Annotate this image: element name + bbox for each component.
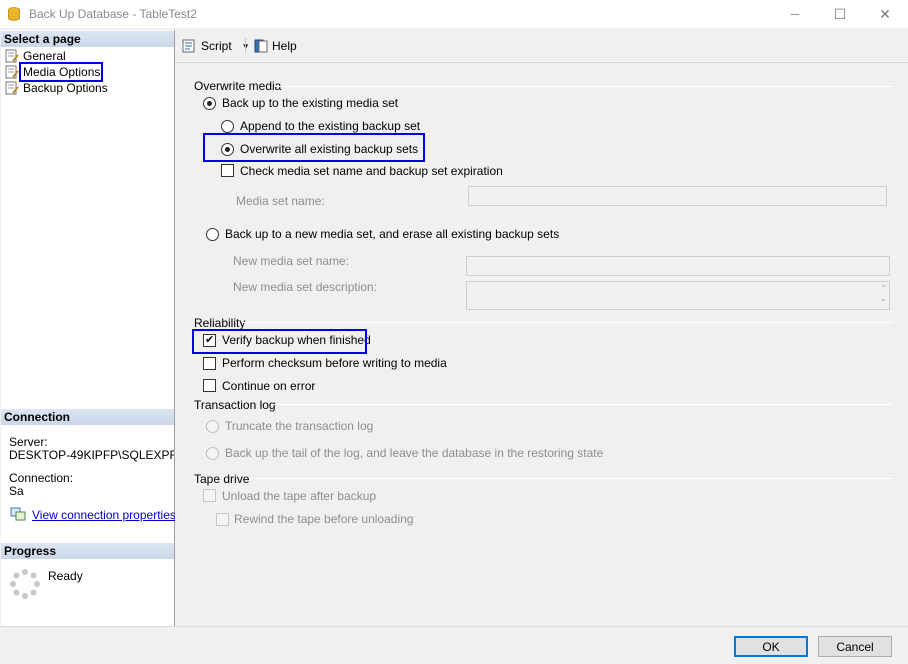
scroll-arrows[interactable]: ⌃ ⌄ [880, 284, 887, 304]
script-icon [182, 39, 195, 53]
connection-value: Sa [9, 484, 24, 498]
media-set-name-input[interactable] [468, 186, 887, 206]
maximize-button[interactable]: ☐ [817, 0, 863, 28]
left-pane: Select a page General Media Options Back… [1, 30, 176, 626]
close-icon: ✕ [879, 5, 891, 22]
close-button[interactable]: ✕ [862, 0, 908, 28]
cancel-button[interactable]: Cancel [818, 636, 892, 657]
scroll-down-icon[interactable]: ⌄ [880, 294, 887, 304]
group-divider [249, 478, 893, 479]
dialog-button-bar: OK Cancel [0, 626, 908, 664]
connection-header: Connection [1, 409, 174, 425]
new-media-set-radio[interactable] [206, 228, 219, 241]
check-media-set-name-checkbox[interactable] [221, 164, 234, 177]
new-media-set-name-input[interactable] [466, 256, 890, 276]
media-set-name-label: Media set name: [236, 194, 325, 208]
new-media-set-label: Back up to a new media set, and erase al… [225, 227, 560, 241]
group-divider [242, 322, 893, 323]
truncate-log-radio[interactable] [206, 420, 219, 433]
truncate-log-label: Truncate the transaction log [225, 419, 374, 433]
rewind-tape-checkbox[interactable] [216, 513, 229, 526]
page-label-backup-options: Backup Options [23, 81, 108, 95]
tail-log-label: Back up the tail of the log, and leave t… [225, 446, 604, 460]
group-divider [274, 86, 893, 87]
tail-log-radio[interactable] [206, 447, 219, 460]
existing-media-set-label: Back up to the existing media set [222, 96, 399, 110]
window-title: Back Up Database - TableTest2 [29, 7, 197, 21]
overwrite-media-group-label: Overwrite media [194, 79, 282, 93]
toolbar: Script ▼ Help [175, 30, 908, 63]
minimize-icon: ─ [790, 7, 800, 21]
connection-properties-icon [10, 507, 26, 521]
new-media-set-description-input[interactable]: ⌃ ⌄ [466, 281, 890, 310]
tape-drive-group-label: Tape drive [194, 472, 250, 486]
progress-header: Progress [1, 543, 174, 559]
existing-media-set-radio[interactable] [203, 97, 216, 110]
check-media-set-name-label: Check media set name and backup set expi… [240, 164, 503, 178]
new-media-set-description-label: New media set description: [233, 280, 378, 294]
view-connection-properties-link[interactable]: View connection properties [32, 508, 176, 522]
title-bar: Back Up Database - TableTest2 ─ ☐ ✕ [0, 0, 908, 28]
database-icon [8, 7, 20, 21]
append-backup-set-label: Append to the existing backup set [240, 119, 421, 133]
help-label: Help [272, 39, 297, 53]
highlight-box [192, 329, 367, 354]
perform-checksum-label: Perform checksum before writing to media [222, 356, 447, 370]
reliability-group-label: Reliability [194, 316, 246, 330]
continue-on-error-label: Continue on error [222, 379, 316, 393]
page-wrench-icon [5, 81, 19, 95]
continue-on-error-checkbox[interactable] [203, 379, 216, 392]
server-value: DESKTOP-49KIPFP\SQLEXPRES [9, 448, 174, 462]
progress-spinner-icon [10, 569, 40, 599]
progress-status: Ready [48, 569, 83, 583]
transaction-log-group-label: Transaction log [194, 398, 276, 412]
help-button[interactable]: Help [253, 38, 297, 54]
script-label: Script [201, 39, 232, 53]
highlight-box [19, 62, 103, 82]
scroll-up-icon[interactable]: ⌃ [880, 284, 887, 294]
page-wrench-icon [5, 49, 19, 63]
new-media-set-name-label: New media set name: [233, 254, 350, 268]
help-book-icon [254, 39, 268, 53]
rewind-tape-label: Rewind the tape before unloading [234, 512, 414, 526]
page-label-general: General [23, 49, 66, 63]
highlight-box [203, 133, 425, 162]
group-divider [271, 404, 893, 405]
maximize-icon: ☐ [833, 5, 847, 22]
perform-checksum-checkbox[interactable] [203, 357, 216, 370]
toolbar-divider [245, 38, 246, 54]
append-backup-set-radio[interactable] [221, 120, 234, 133]
ok-button[interactable]: OK [734, 636, 808, 657]
script-button[interactable]: Script ▼ [181, 38, 250, 54]
page-item-backup-options[interactable]: Backup Options [4, 80, 108, 96]
connection-label: Connection: [9, 471, 74, 485]
unload-tape-label: Unload the tape after backup [222, 489, 377, 503]
server-label: Server: [9, 435, 48, 449]
page-wrench-icon [5, 65, 19, 79]
select-page-header: Select a page [1, 31, 174, 47]
unload-tape-checkbox[interactable] [203, 489, 216, 502]
minimize-button[interactable]: ─ [772, 0, 818, 28]
